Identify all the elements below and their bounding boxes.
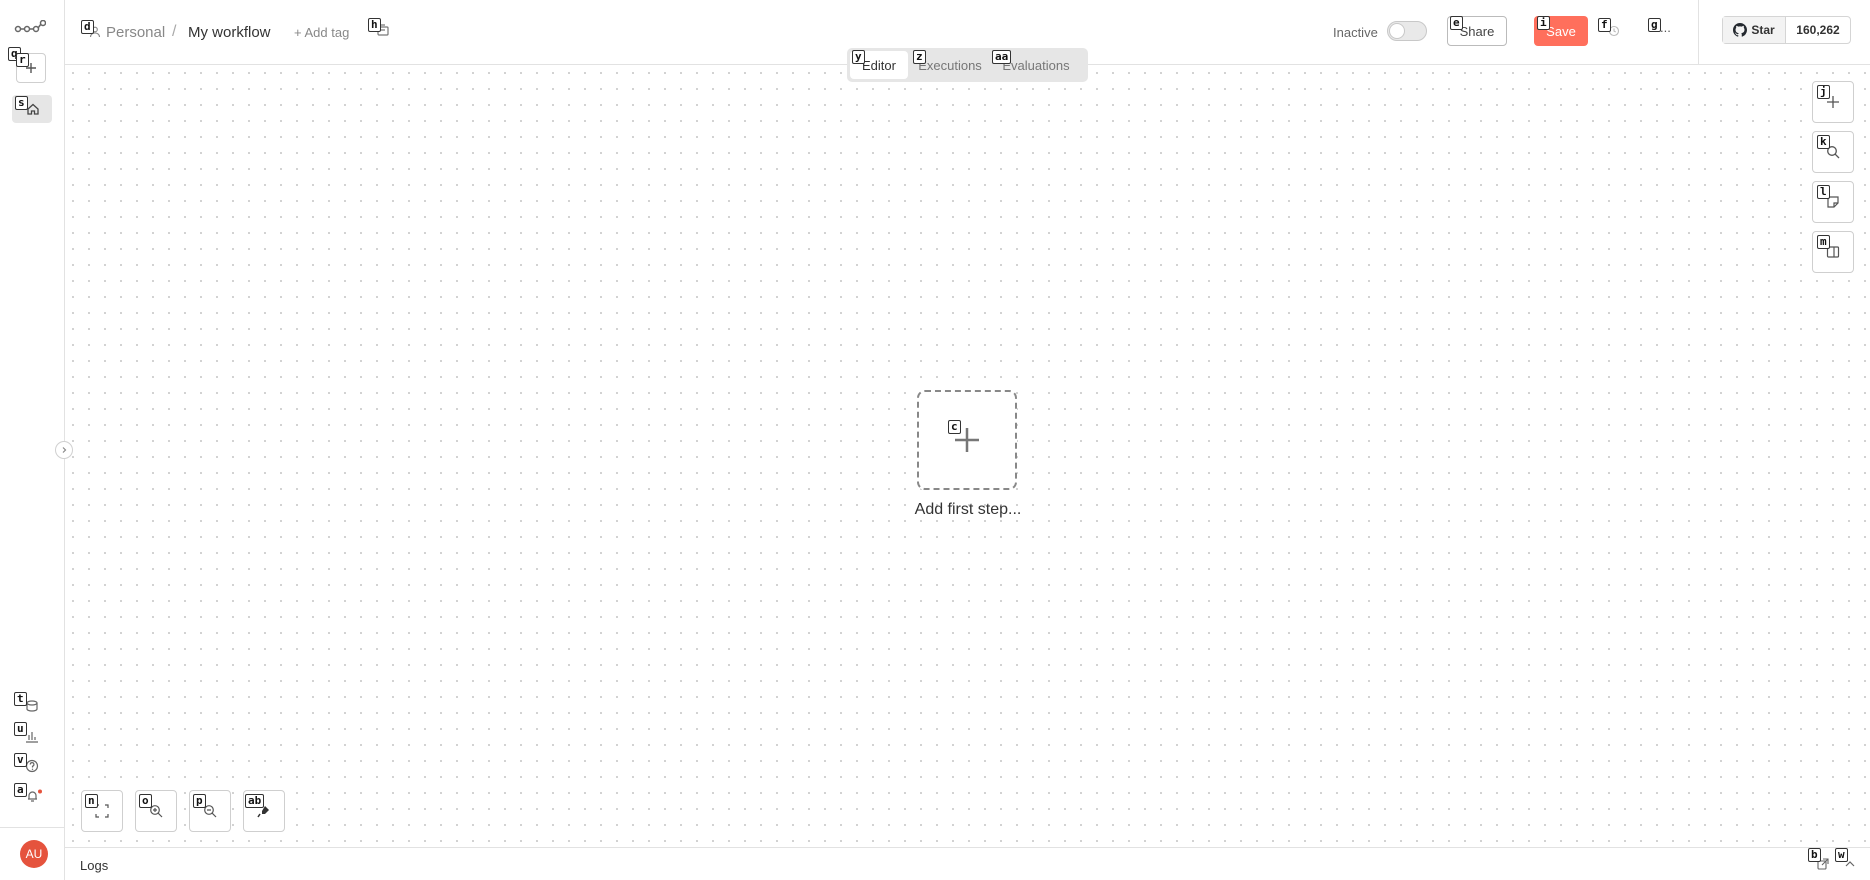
notifications-icon[interactable] — [25, 789, 43, 803]
user-avatar[interactable]: AU — [20, 840, 48, 868]
hint-label: p — [193, 794, 206, 808]
workflow-canvas[interactable]: c Add first step... j k l m n o p ab — [65, 65, 1870, 847]
hint-label: m — [1817, 235, 1830, 249]
hint-label: g — [1648, 18, 1661, 32]
avatar-initials: AU — [25, 847, 43, 861]
hint-label: r — [16, 53, 29, 67]
tab-editor-label: Editor — [862, 57, 896, 73]
hint-label: s — [15, 96, 28, 110]
hint-label: z — [913, 50, 926, 64]
hint-label: t — [14, 692, 27, 706]
hint-label: ab — [245, 794, 265, 808]
hint-label: c — [948, 420, 961, 434]
github-star-button[interactable]: Star 160,262 — [1722, 16, 1851, 44]
hint-label: f — [1598, 18, 1611, 32]
header-divider — [1698, 0, 1699, 64]
hint-label: k — [1817, 135, 1830, 149]
sidebar: q r s t u v a AU — [0, 0, 73, 880]
hint-label: w — [1835, 848, 1848, 862]
hint-label: j — [1817, 85, 1830, 99]
tab-executions-label: Executions — [918, 57, 982, 73]
share-label: Share — [1459, 23, 1495, 39]
breadcrumb-project[interactable]: Personal — [106, 24, 165, 41]
hint-label: i — [1537, 16, 1550, 30]
help-icon[interactable] — [25, 759, 39, 773]
insights-icon[interactable] — [25, 729, 39, 743]
more-menu-button[interactable]: ... — [1660, 20, 1671, 35]
save-label: Save — [1546, 23, 1576, 39]
hint-label: h — [368, 18, 381, 32]
add-tag-button[interactable]: + Add tag — [294, 25, 349, 40]
github-star-label: Star — [1751, 23, 1775, 37]
hint-label: b — [1808, 848, 1821, 862]
n8n-logo-icon[interactable] — [14, 20, 46, 36]
active-toggle[interactable] — [1387, 21, 1427, 41]
logs-panel-bar[interactable]: Logs b w — [65, 847, 1870, 880]
workflow-name[interactable]: My workflow — [188, 24, 271, 41]
tab-executions[interactable]: Executions z — [912, 50, 988, 79]
hint-label: y — [852, 50, 865, 64]
tab-evaluations[interactable]: Evaluations aa — [992, 50, 1080, 79]
hint-label: l — [1817, 185, 1830, 199]
github-icon — [1733, 23, 1748, 37]
tab-editor[interactable]: Editor y — [850, 50, 908, 79]
view-tabs: Editor y Executions z Evaluations aa — [847, 48, 1088, 82]
hint-label: e — [1450, 16, 1463, 30]
tab-evaluations-label: Evaluations — [1002, 57, 1070, 73]
sidebar-collapse-button[interactable] — [55, 441, 73, 459]
templates-icon[interactable] — [25, 699, 39, 713]
github-star-count[interactable]: 160,262 — [1786, 17, 1850, 43]
add-first-step-button[interactable] — [917, 390, 1017, 490]
hint-label: a — [14, 783, 27, 797]
hint-label: n — [85, 794, 98, 808]
status-label: Inactive — [1333, 25, 1378, 40]
add-first-step-label: Add first step... — [914, 501, 1022, 518]
sidebar-divider — [0, 827, 65, 828]
logs-label: Logs — [80, 858, 109, 873]
github-star-part[interactable]: Star — [1723, 17, 1786, 43]
hint-label: aa — [992, 50, 1012, 64]
hint-label: v — [14, 753, 27, 767]
hint-label: u — [14, 722, 27, 736]
hint-label: d — [81, 20, 94, 34]
hint-label: o — [139, 794, 152, 808]
toggle-knob — [1389, 23, 1405, 39]
breadcrumb-separator: / — [172, 23, 177, 40]
